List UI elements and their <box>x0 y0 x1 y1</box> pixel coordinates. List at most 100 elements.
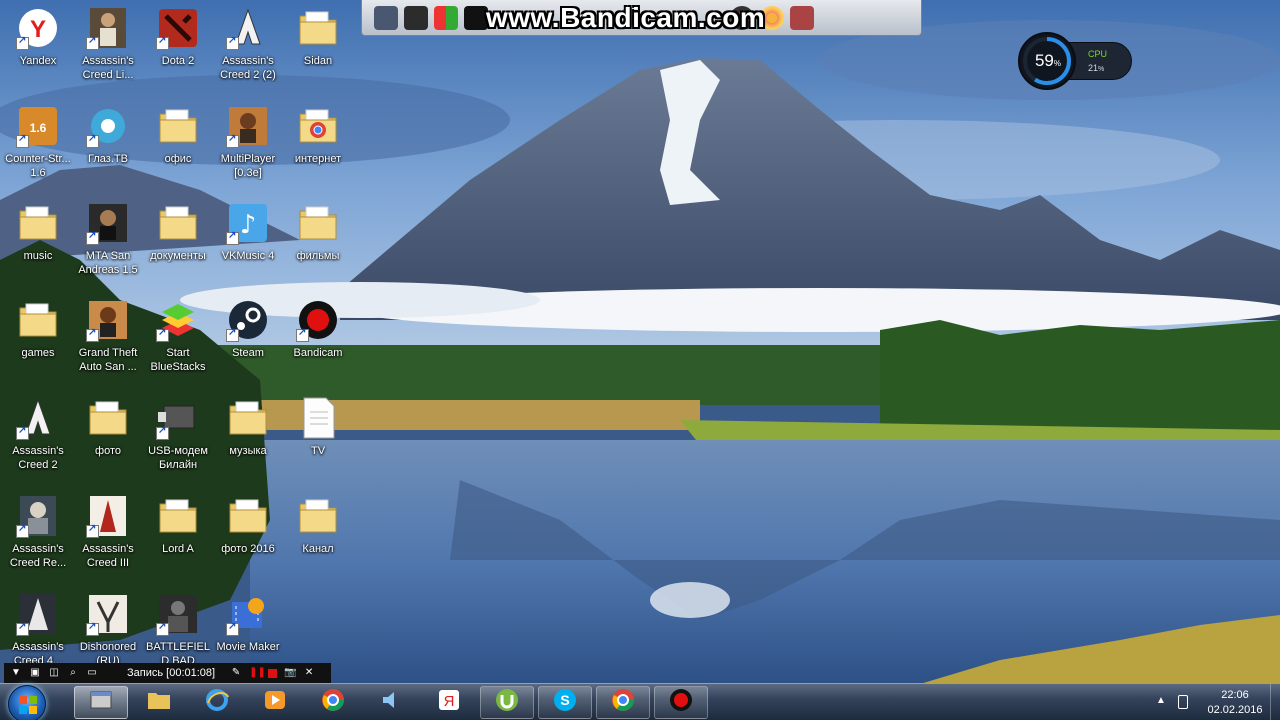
dishonored-icon <box>86 592 130 636</box>
desktop-icon[interactable]: Sidan <box>283 6 353 68</box>
taskbar-button-speaker-app[interactable] <box>364 686 418 719</box>
desktop-icon-label: Start BlueStacks <box>150 347 206 373</box>
show-desktop-button[interactable] <box>1270 684 1280 720</box>
desktop-icon[interactable]: Assassin's Creed 4... <box>3 592 73 668</box>
folder-icon <box>156 201 200 245</box>
desktop-icon-label: Assassin's Creed Li... <box>82 55 134 81</box>
stop-record-icon[interactable] <box>268 668 278 678</box>
book-icon[interactable] <box>404 5 428 30</box>
shortcut-arrow-icon <box>226 133 239 148</box>
utorrent-icon <box>494 687 520 718</box>
taskbar-button-internet-explorer[interactable] <box>190 686 244 719</box>
desktop-icon[interactable]: USB-модем Билайн <box>143 396 213 472</box>
battlefield-icon <box>156 592 200 636</box>
desktop-icon[interactable]: MultiPlayer [0.3e] <box>213 104 283 180</box>
assassins-creed-icon <box>226 6 270 50</box>
taskbar-button-chrome[interactable] <box>596 686 650 719</box>
taskbar-button-window-capture[interactable] <box>74 686 128 719</box>
bandicam-icon <box>668 687 694 718</box>
taskbar-button-bandicam[interactable] <box>654 686 708 719</box>
desktop-icon[interactable]: Dishonored (RU) <box>73 592 143 668</box>
close-icon[interactable]: ✕ <box>303 667 315 679</box>
desktop-icon[interactable]: офис <box>143 104 213 166</box>
shortcut-arrow-icon <box>86 35 99 50</box>
desktop-icon[interactable]: music <box>3 201 73 263</box>
desktop-icon-label: Bandicam <box>293 347 343 359</box>
svg-text:S: S <box>560 692 569 708</box>
desktop-icon[interactable]: Movie Maker <box>213 592 283 654</box>
desktop-icon[interactable]: Assassin's Creed Re... <box>3 494 73 570</box>
clock-time[interactable]: 22:06 <box>1200 689 1270 701</box>
desktop-icon[interactable]: 1.6 Counter-Str... 1.6 <box>3 104 73 180</box>
taskbar-button-skype[interactable]: S <box>538 686 592 719</box>
show-hidden-icons-icon[interactable]: ▲ <box>1156 695 1166 706</box>
desktop-icon[interactable]: ♪ VKMusic 4 <box>213 201 283 263</box>
desktop-icon[interactable]: Y Yandex <box>3 6 73 68</box>
recording-status-text: Запись [00:01:08] <box>127 667 216 679</box>
shortcut-arrow-icon <box>86 621 99 636</box>
desktop-icon[interactable]: фото <box>73 396 143 458</box>
pencil-icon[interactable]: ✎ <box>230 667 242 679</box>
camera-icon[interactable]: 📷 <box>284 667 296 679</box>
counter-strike-icon: 1.6 <box>16 104 60 148</box>
desktop-icon[interactable]: Глаз.ТВ <box>73 104 143 166</box>
taskbar-button-media-player[interactable] <box>248 686 302 719</box>
desktop-icon-label: games <box>21 347 55 359</box>
desktop-icon[interactable]: фото 2016 <box>213 494 283 556</box>
desktop-icon[interactable]: BATTLEFIELD BAD COMP... <box>143 592 213 668</box>
glaz-tv-icon <box>86 104 130 148</box>
desktop-icon-label: Глаз.ТВ <box>88 153 128 165</box>
desktop-icon[interactable]: games <box>3 298 73 360</box>
cpu-meter-gadget[interactable]: 59% CPU 21% <box>1018 32 1132 90</box>
steam-icon <box>226 298 270 342</box>
character-icon[interactable] <box>790 5 814 30</box>
svg-text:1.6: 1.6 <box>30 121 47 135</box>
desktop-icon-label: Assassin's Creed III <box>82 543 134 569</box>
window-mode-icon[interactable]: ▣ <box>29 667 41 679</box>
desktop-icon[interactable]: фильмы <box>283 201 353 263</box>
desktop-icon[interactable]: Канал <box>283 494 353 556</box>
search-icon[interactable]: ⌕ <box>67 667 79 679</box>
battery-icon[interactable] <box>1178 695 1188 709</box>
desktop-icon[interactable]: Start BlueStacks <box>143 298 213 374</box>
folder-icon <box>16 298 60 342</box>
desktop-icon[interactable]: Dota 2 <box>143 6 213 68</box>
taskbar-button-utorrent[interactable] <box>480 686 534 719</box>
shortcut-arrow-icon <box>156 425 169 440</box>
desktop-icon[interactable]: музыка <box>213 396 283 458</box>
desktop-icon[interactable]: Assassin's Creed 2 <box>3 396 73 472</box>
usb-modem-icon <box>156 396 200 440</box>
recording-control-bar: ▼ ▣ ◫ ⌕ ▭ Запись [00:01:08] ✎ ❚❚ 📷 ✕ <box>4 663 331 683</box>
desktop-icon[interactable]: TV <box>283 396 353 458</box>
desktop-icon[interactable]: Lord A <box>143 494 213 556</box>
start-button[interactable] <box>8 685 46 720</box>
pause-icon[interactable]: ❚❚ <box>249 667 266 679</box>
taskbar-button-explorer[interactable] <box>132 686 186 719</box>
cpu-value: 21% <box>1088 63 1105 73</box>
clock-date[interactable]: 02.02.2016 <box>1200 704 1270 716</box>
taskbar-button-chrome[interactable] <box>306 686 360 719</box>
shortcut-arrow-icon <box>156 35 169 50</box>
system-tray: ▲ 22:06 02.02.2016 <box>1150 684 1280 720</box>
dropdown-arrow-icon[interactable]: ▼ <box>10 667 22 679</box>
desktop-icon[interactable]: интернет <box>283 104 353 166</box>
chrome-icon <box>320 687 346 718</box>
desktop-icon[interactable]: Steam <box>213 298 283 360</box>
chrome-icon <box>610 687 636 718</box>
desktop-icon-label: Канал <box>302 543 334 555</box>
pin-icon[interactable]: ▭ <box>86 667 98 679</box>
desktop-icon[interactable]: Assassin's Creed Li... <box>73 6 143 82</box>
black-app-icon[interactable] <box>464 5 488 30</box>
window-capture-icon <box>88 687 114 718</box>
desktop-icon[interactable]: Assassin's Creed III <box>73 494 143 570</box>
desktop-icon[interactable]: MTA San Andreas 1.5 <box>73 201 143 277</box>
taskbar-button-yandex[interactable]: Я <box>422 686 476 719</box>
desktop-icon[interactable]: Assassin's Creed 2 (2) <box>213 6 283 82</box>
grid-app-icon[interactable] <box>434 5 458 30</box>
desktop-icon[interactable]: Grand Theft Auto San ... <box>73 298 143 374</box>
shortcut-arrow-icon <box>226 35 239 50</box>
desktop-icon[interactable]: Bandicam <box>283 298 353 360</box>
desktop-icon[interactable]: документы <box>143 201 213 263</box>
target-select-icon[interactable]: ◫ <box>48 667 60 679</box>
pen-icon[interactable] <box>374 5 398 30</box>
